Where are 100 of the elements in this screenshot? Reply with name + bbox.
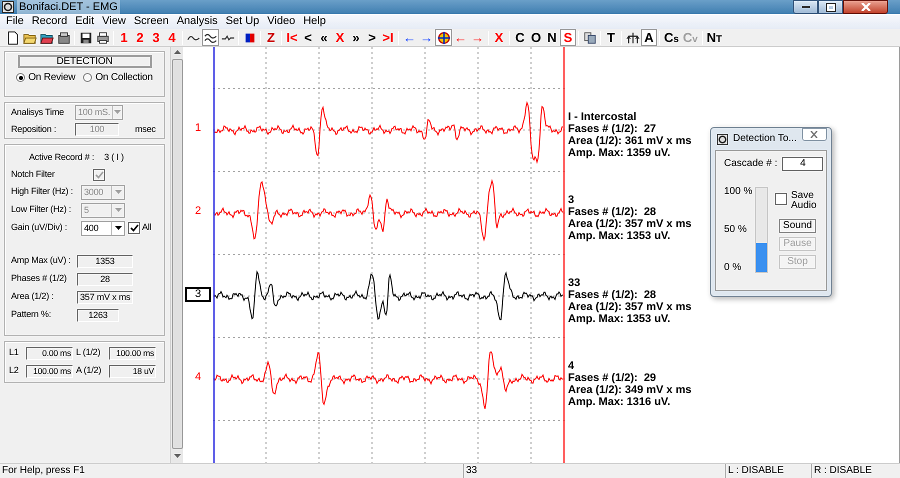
dialog-title: Detection To... bbox=[733, 133, 797, 145]
menu-item[interactable]: File bbox=[2, 14, 28, 29]
phases-text: Fases # (1/2): 27 bbox=[568, 123, 656, 135]
toolbar-button[interactable]: I< bbox=[284, 29, 300, 46]
input-field[interactable]: 4 bbox=[782, 156, 824, 170]
maximize-button[interactable] bbox=[818, 0, 843, 14]
channel-label[interactable]: 2 bbox=[194, 204, 202, 219]
toolbar-button[interactable]: T bbox=[603, 29, 619, 46]
channel-title: 33 bbox=[568, 277, 580, 289]
field-label: Reposition : bbox=[11, 122, 58, 136]
value-field: 1353 bbox=[77, 254, 133, 268]
value-field: 0.00 ms bbox=[26, 346, 73, 360]
channel-title: I - Intercostal bbox=[568, 111, 636, 123]
caret-icon bbox=[114, 190, 122, 194]
field-label: Analisys Time bbox=[11, 106, 65, 119]
value-field: 100.00 ms bbox=[26, 364, 73, 378]
caret-icon bbox=[114, 110, 122, 114]
channel-title: 4 bbox=[568, 360, 574, 372]
channel-label[interactable]: 4 bbox=[194, 370, 202, 385]
field-label: Gain (uV/Div) : bbox=[11, 221, 68, 234]
close-icon bbox=[860, 3, 870, 11]
close-button[interactable] bbox=[843, 0, 888, 14]
amplitude-text: Amp. Max: 1353 uV. bbox=[568, 230, 670, 242]
amplitude-text: Amp. Max: 1359 uV. bbox=[568, 147, 670, 159]
toolbar-button[interactable]: A bbox=[641, 29, 657, 46]
crosshair-icon[interactable] bbox=[435, 29, 452, 46]
unit-label: msec bbox=[135, 122, 156, 136]
toolbar-button[interactable]: → bbox=[418, 29, 435, 46]
toolbar-button[interactable]: C bbox=[512, 29, 528, 46]
menu-item[interactable]: Record bbox=[28, 14, 72, 29]
window-title: Bonifaci.DET - EMG bbox=[17, 0, 120, 14]
channel-title: 3 bbox=[568, 194, 574, 206]
field-label: Amp Max (uV) : bbox=[11, 254, 72, 268]
value-field: 28 bbox=[77, 272, 133, 286]
phases-text: Fases # (1/2): 28 bbox=[568, 289, 656, 301]
input-field: 100 bbox=[75, 123, 119, 136]
area-text: Area (1/2): 357 mV x ms bbox=[568, 301, 692, 313]
phases-text: Fases # (1/2): 28 bbox=[568, 206, 656, 218]
scrollbar[interactable] bbox=[170, 47, 183, 463]
toolbar-button[interactable]: 3 bbox=[148, 29, 164, 46]
status-text: L : DISABLE bbox=[725, 464, 809, 478]
value-field: 18 uV bbox=[109, 364, 156, 378]
detection-button[interactable]: DETECTION bbox=[18, 55, 152, 68]
field-label: High Filter (Hz) : bbox=[11, 185, 74, 198]
dialog-button[interactable]: Sound bbox=[779, 219, 816, 233]
toolbar-button[interactable]: X bbox=[491, 29, 507, 46]
toolbar-button[interactable]: « bbox=[316, 29, 332, 46]
toolbar-button[interactable]: Z bbox=[263, 29, 279, 46]
close-icon bbox=[810, 131, 818, 138]
area-text: Area (1/2): 349 mV x ms bbox=[568, 384, 692, 396]
toolbar-button[interactable]: < bbox=[300, 29, 316, 46]
toolbar-button[interactable]: 4 bbox=[164, 29, 180, 46]
toolbar-button[interactable]: ← bbox=[401, 29, 418, 46]
area-text: Area (1/2): 357 mV x ms bbox=[568, 218, 692, 230]
status-text: R : DISABLE bbox=[811, 464, 900, 478]
radio-button[interactable]: On Review bbox=[16, 72, 76, 83]
menu-item[interactable]: Analysis bbox=[172, 14, 222, 29]
menu-item[interactable]: Help bbox=[299, 14, 330, 29]
toolbar-button[interactable]: S bbox=[560, 29, 576, 46]
toolbar-button[interactable]: → bbox=[469, 29, 486, 46]
radio-button[interactable]: On Collection bbox=[83, 72, 153, 83]
caret-icon bbox=[114, 208, 122, 212]
menu-item[interactable]: Set Up bbox=[222, 14, 264, 29]
toolbar-button[interactable]: X bbox=[332, 29, 348, 46]
toolbar-button[interactable]: > bbox=[364, 29, 380, 46]
minimize-button[interactable] bbox=[793, 0, 818, 14]
checkbox-label: Save Audio bbox=[791, 191, 817, 211]
field-label: Low Filter (Hz) : bbox=[11, 203, 72, 216]
dropdown[interactable]: 400 bbox=[81, 220, 125, 236]
checkbox-label: All bbox=[142, 221, 152, 234]
toolbar-button[interactable]: 2 bbox=[132, 29, 148, 46]
menu-item[interactable]: Video bbox=[263, 14, 300, 29]
toolbar-button[interactable]: ← bbox=[452, 29, 469, 46]
toolbar-button[interactable]: O bbox=[528, 29, 544, 46]
value-field: 1263 bbox=[77, 308, 119, 322]
value-field: 357 mV x ms bbox=[77, 290, 133, 304]
field-label: Area (1/2) : bbox=[11, 290, 55, 304]
channel-label[interactable]: 1 bbox=[194, 121, 202, 136]
checkbox[interactable] bbox=[128, 222, 140, 234]
field-label: L1 bbox=[9, 346, 20, 360]
field-label: Pattern %: bbox=[11, 308, 52, 322]
menu-item[interactable]: Screen bbox=[130, 14, 173, 29]
field-label: L (1/2) bbox=[76, 346, 102, 360]
menu-item[interactable]: View bbox=[98, 14, 130, 29]
phases-text: Fases # (1/2): 29 bbox=[568, 372, 656, 384]
toolbar-button[interactable]: N bbox=[544, 29, 560, 46]
app-icon bbox=[2, 1, 14, 13]
field-label: L2 bbox=[9, 364, 20, 378]
toolbar-button[interactable]: » bbox=[348, 29, 364, 46]
caret-icon bbox=[114, 226, 122, 230]
channel-label[interactable]: 3 bbox=[185, 287, 211, 302]
menu-item[interactable]: Edit bbox=[71, 14, 98, 29]
checkbox[interactable] bbox=[775, 193, 787, 205]
field-label: Notch Filter bbox=[11, 168, 56, 181]
double-wave-icon[interactable] bbox=[202, 29, 219, 46]
meter-tick-label: 0 % bbox=[724, 263, 742, 273]
status-text: 33 bbox=[463, 464, 723, 478]
amplitude-text: Amp. Max: 1316 uV. bbox=[568, 396, 670, 408]
toolbar-button[interactable]: 1 bbox=[116, 29, 132, 46]
toolbar-button[interactable]: >I bbox=[380, 29, 396, 46]
